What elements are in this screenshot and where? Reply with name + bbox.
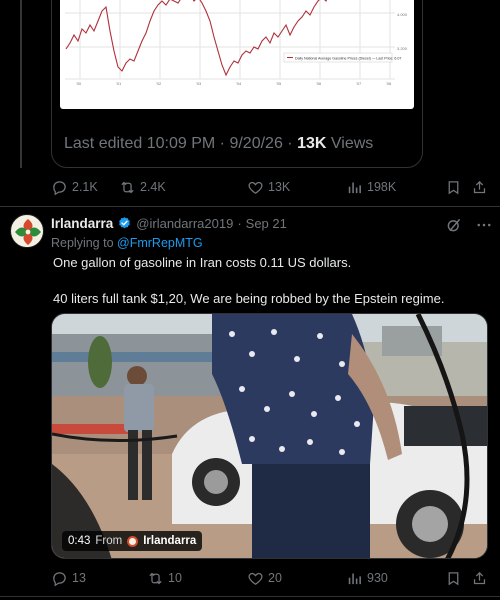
video-source-name[interactable]: Irlandarra bbox=[143, 535, 196, 547]
top-action-bar: 2.1K 2.4K 13K 198K bbox=[51, 177, 491, 197]
repost-count: 10 bbox=[168, 571, 182, 585]
post-divider bbox=[0, 596, 500, 597]
share-icon bbox=[473, 571, 486, 584]
avatar[interactable] bbox=[10, 214, 44, 248]
reply-button[interactable]: 13 bbox=[51, 570, 86, 587]
repost-button[interactable]: 10 bbox=[147, 570, 182, 587]
views-count: 198K bbox=[367, 180, 397, 194]
bar-chart-icon bbox=[348, 573, 361, 584]
bookmark-icon bbox=[448, 180, 459, 194]
separator: · bbox=[219, 135, 225, 152]
views-button[interactable]: 930 bbox=[346, 570, 388, 587]
grok-icon[interactable] bbox=[445, 216, 463, 234]
views-label: Views bbox=[330, 135, 374, 152]
post-divider bbox=[0, 206, 500, 207]
share-icon bbox=[473, 180, 486, 193]
post-date[interactable]: Sep 21 bbox=[246, 216, 287, 231]
like-count: 20 bbox=[268, 571, 282, 585]
views-button[interactable]: 198K bbox=[346, 179, 396, 196]
bookmark-icon bbox=[448, 571, 459, 585]
gas-price-chart: 4.800 4.000 3.200 '00'01'02 '03'04'05 '0… bbox=[65, 0, 408, 86]
reply-icon bbox=[53, 180, 66, 195]
reply-count: 2.1K bbox=[72, 180, 98, 194]
separator: · bbox=[287, 135, 293, 152]
video-source-avatar bbox=[127, 535, 139, 547]
like-button[interactable]: 13K bbox=[247, 179, 290, 196]
bottom-action-bar: 13 10 20 930 bbox=[51, 568, 491, 588]
svg-text:'04: '04 bbox=[236, 81, 242, 86]
video-player[interactable]: 0:43 From Irlandarra bbox=[51, 313, 488, 559]
more-options-icon[interactable] bbox=[475, 216, 493, 234]
svg-text:'06: '06 bbox=[316, 81, 322, 86]
svg-text:'02: '02 bbox=[156, 81, 162, 86]
reply-button[interactable]: 2.1K bbox=[51, 179, 98, 196]
svg-text:'03: '03 bbox=[196, 81, 202, 86]
svg-text:'08: '08 bbox=[386, 81, 392, 86]
video-frame bbox=[52, 314, 487, 558]
repost-button[interactable]: 2.4K bbox=[119, 179, 166, 196]
verified-badge-icon[interactable] bbox=[117, 216, 132, 231]
edited-and-views-line: Last edited 10:09 PM · 9/20/26 · 13K Vie… bbox=[64, 135, 373, 153]
share-button[interactable] bbox=[471, 570, 488, 587]
avatar-emblem-icon bbox=[13, 217, 43, 247]
thread-connector-line bbox=[20, 0, 22, 168]
reply-icon bbox=[53, 571, 66, 586]
heart-icon bbox=[248, 572, 263, 585]
user-handle[interactable]: @irlandarra2019 bbox=[136, 216, 233, 231]
edited-label: Last edited bbox=[64, 135, 143, 152]
repost-icon bbox=[121, 181, 134, 193]
quoted-post-chart-image[interactable]: 4.800 4.000 3.200 '00'01'02 '03'04'05 '0… bbox=[60, 0, 414, 109]
svg-text:'00: '00 bbox=[76, 81, 82, 86]
separator: · bbox=[237, 216, 242, 231]
like-button[interactable]: 20 bbox=[247, 570, 282, 587]
views-count: 930 bbox=[367, 571, 388, 585]
like-count: 13K bbox=[268, 180, 291, 194]
display-name[interactable]: Irlandarra bbox=[51, 216, 113, 231]
video-duration: 0:43 bbox=[68, 535, 91, 547]
post-text: One gallon of gasoline in Iran costs 0.1… bbox=[53, 255, 445, 306]
views-count: 13K bbox=[297, 135, 327, 152]
repost-icon bbox=[149, 572, 162, 584]
repost-count: 2.4K bbox=[140, 180, 166, 194]
quoted-post-card[interactable]: 4.800 4.000 3.200 '00'01'02 '03'04'05 '0… bbox=[51, 0, 423, 168]
bar-chart-icon bbox=[348, 182, 361, 193]
edited-date[interactable]: 9/20/26 bbox=[229, 135, 282, 152]
reply-count: 13 bbox=[72, 571, 86, 585]
post-header: Irlandarra @irlandarra2019 · Sep 21 bbox=[51, 216, 287, 231]
heart-icon bbox=[248, 181, 263, 194]
bookmark-button[interactable] bbox=[445, 570, 462, 587]
chart-legend-text: Daily National Average Gasoline Prices (… bbox=[295, 57, 401, 61]
svg-text:4.000: 4.000 bbox=[397, 12, 408, 17]
bookmark-button[interactable] bbox=[445, 179, 462, 196]
share-button[interactable] bbox=[471, 179, 488, 196]
svg-text:'07: '07 bbox=[356, 81, 362, 86]
svg-text:'01: '01 bbox=[116, 81, 122, 86]
video-from-label: From bbox=[95, 535, 123, 547]
replying-to-line: Replying to @FmrRepMTG bbox=[51, 236, 203, 250]
replying-to-mention[interactable]: @FmrRepMTG bbox=[117, 236, 203, 250]
video-info-badge: 0:43 From Irlandarra bbox=[62, 531, 203, 551]
svg-text:3.200: 3.200 bbox=[397, 46, 408, 51]
edited-time[interactable]: 10:09 PM bbox=[147, 135, 215, 152]
svg-text:'05: '05 bbox=[276, 81, 282, 86]
replying-to-label: Replying to bbox=[51, 236, 114, 250]
